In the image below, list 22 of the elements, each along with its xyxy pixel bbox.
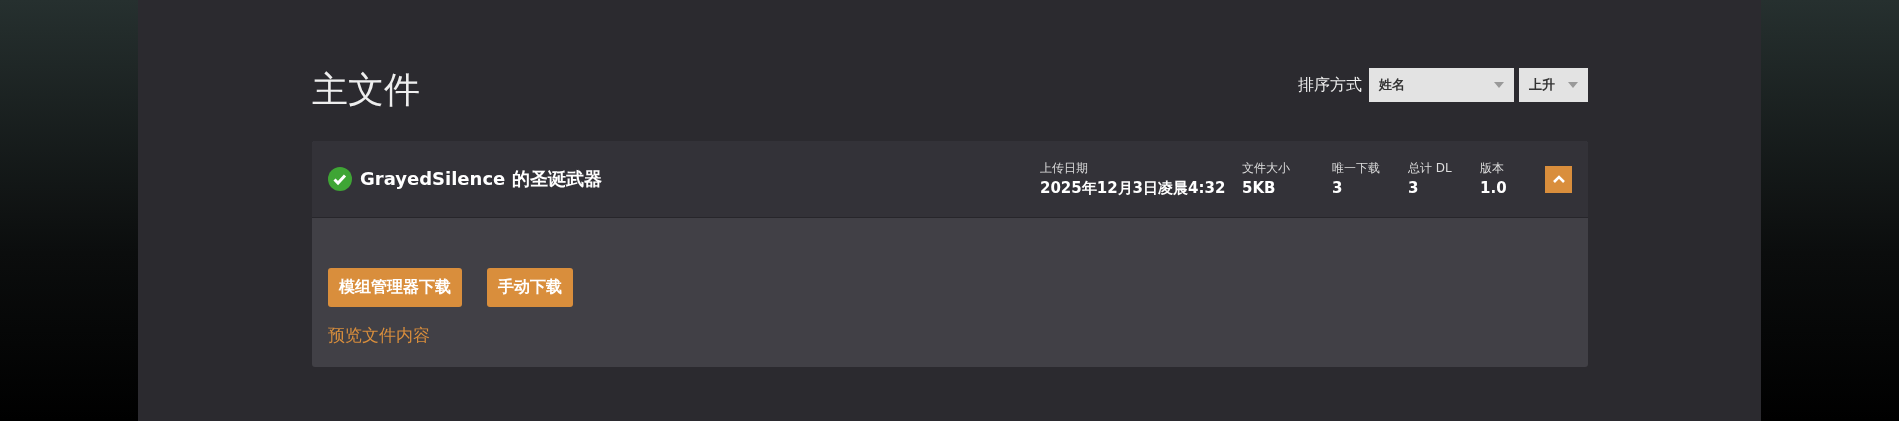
- meta-label: 唯一下载: [1332, 160, 1381, 177]
- collapse-button[interactable]: [1545, 165, 1572, 193]
- meta-value: 2025年12月3日凌晨4:32: [1040, 179, 1227, 198]
- caret-icon: [1494, 82, 1504, 88]
- meta-label: 版本: [1480, 160, 1505, 177]
- meta-value: 5KB: [1242, 179, 1277, 197]
- section-heading: 主文件: [312, 68, 420, 112]
- meta-value: 1.0: [1480, 179, 1508, 197]
- meta-value: 3: [1332, 179, 1344, 197]
- caret-icon: [1568, 82, 1578, 88]
- sort-field-dropdown[interactable]: 姓名: [1369, 68, 1514, 102]
- meta-label: 文件大小: [1242, 160, 1291, 177]
- sort-label: 排序方式: [1298, 74, 1362, 96]
- preview-link[interactable]: 预览文件内容: [328, 324, 430, 347]
- meta-label: 上传日期: [1040, 160, 1089, 177]
- download-button[interactable]: 模组管理器下载: [328, 268, 462, 307]
- meta-label: 总计 DL: [1408, 160, 1453, 177]
- download-button[interactable]: 手动下载: [487, 268, 573, 307]
- meta-value: 3: [1408, 179, 1420, 197]
- file-name: GrayedSilence 的圣诞武器: [360, 167, 603, 191]
- sort-order-dropdown[interactable]: 上升: [1519, 68, 1588, 102]
- chevron-icon: [1552, 175, 1565, 183]
